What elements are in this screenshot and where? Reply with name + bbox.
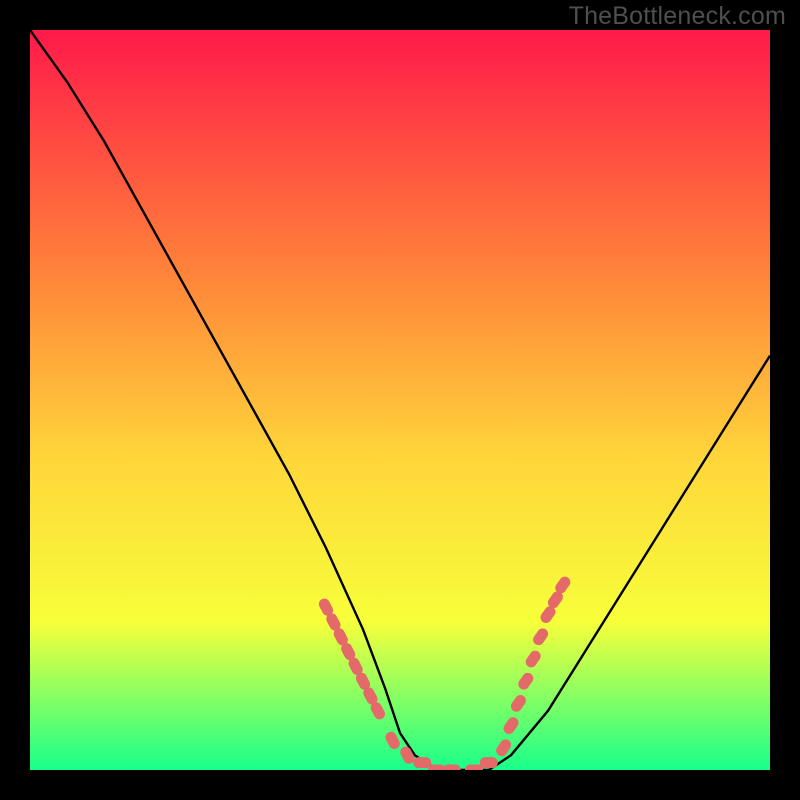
highlight-dot — [443, 765, 461, 771]
highlight-dot — [465, 765, 483, 771]
highlight-dot — [413, 757, 431, 768]
chart-frame: TheBottleneck.com — [0, 0, 800, 800]
watermark-text: TheBottleneck.com — [569, 2, 786, 31]
gradient-background — [30, 30, 770, 770]
highlight-dot — [480, 757, 498, 768]
plot-area — [30, 30, 770, 770]
bottleneck-chart — [30, 30, 770, 770]
